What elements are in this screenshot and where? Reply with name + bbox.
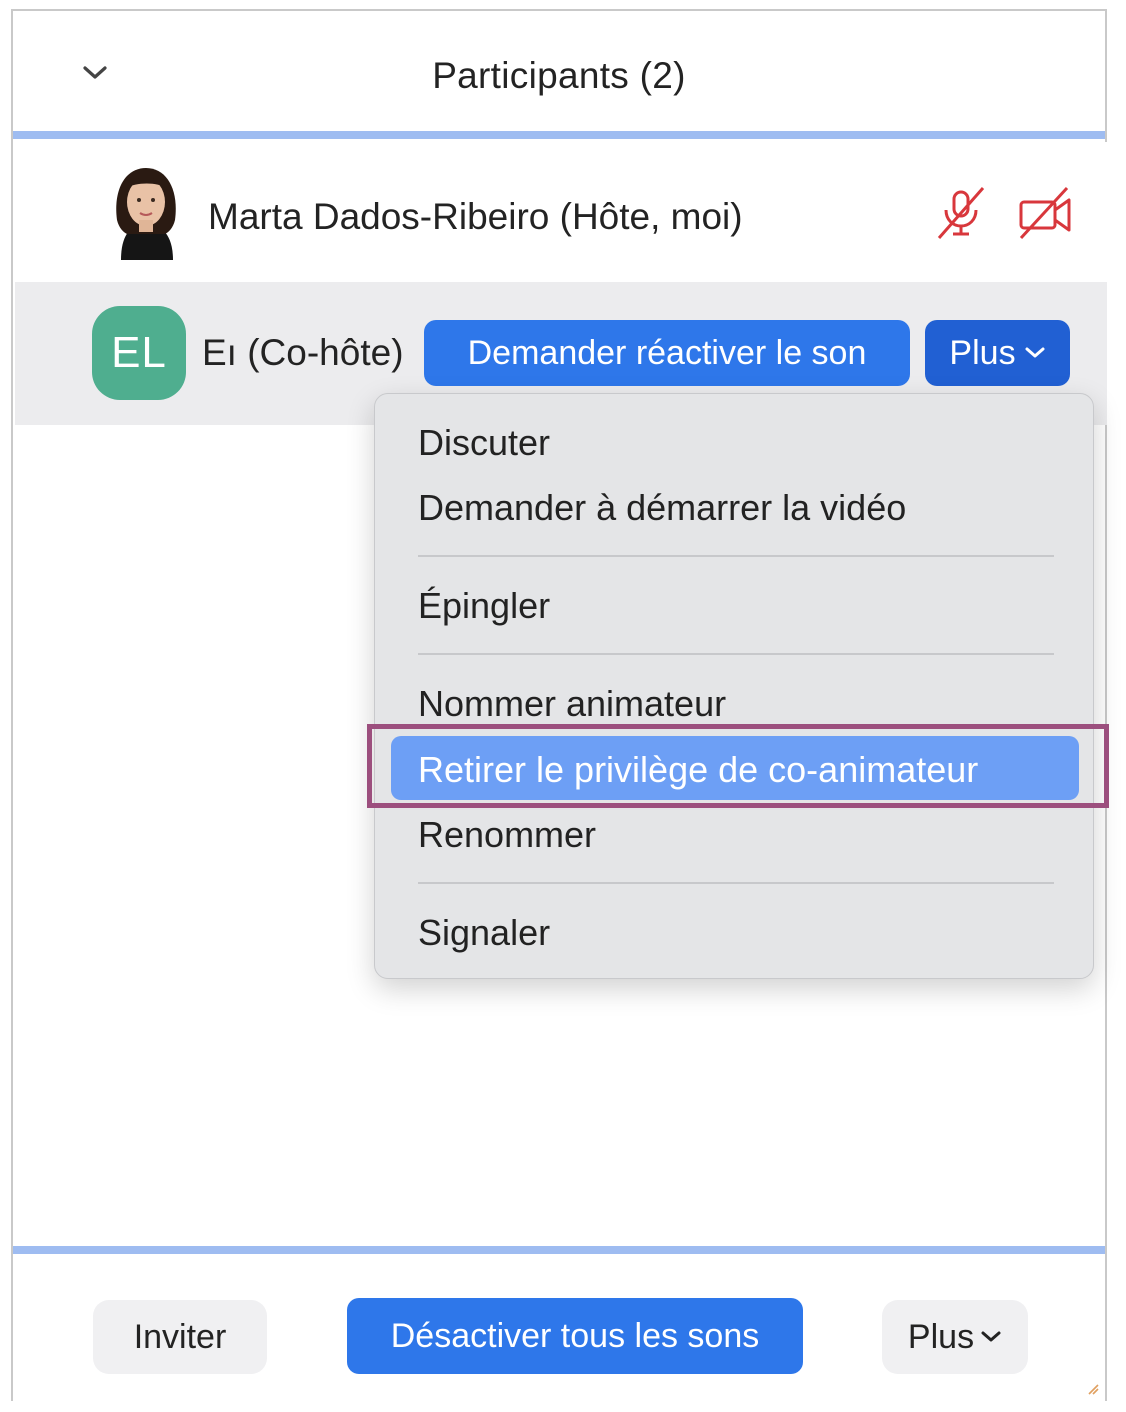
camera-off-icon[interactable]: [1017, 186, 1073, 240]
footer-more-button[interactable]: Plus: [882, 1300, 1028, 1374]
panel-header: Participants (2): [13, 11, 1105, 133]
mic-muted-icon[interactable]: [935, 186, 989, 240]
menu-item-ask-start-video[interactable]: Demander à démarrer la vidéo: [418, 487, 906, 529]
participant-row-host[interactable]: Marta Dados-Ribeiro (Hôte, moi): [15, 142, 1107, 282]
menu-item-make-host[interactable]: Nommer animateur: [418, 683, 726, 725]
participant-context-menu: Discuter Demander à démarrer la vidéo Ép…: [374, 393, 1094, 979]
menu-separator: [418, 882, 1054, 884]
resize-grip-icon[interactable]: [1087, 1383, 1099, 1395]
menu-item-rename[interactable]: Renommer: [418, 814, 596, 856]
participant-more-button[interactable]: Plus: [925, 320, 1070, 386]
annotation-highlight-box: [367, 724, 1109, 808]
invite-button[interactable]: Inviter: [93, 1300, 267, 1374]
mute-all-button[interactable]: Désactiver tous les sons: [347, 1298, 803, 1374]
ask-unmute-button[interactable]: Demander réactiver le son: [424, 320, 910, 386]
menu-separator: [418, 653, 1054, 655]
participant-name: Eı (Co-hôte): [202, 332, 404, 373]
menu-item-pin[interactable]: Épingler: [418, 585, 550, 627]
panel-title: Participants (2): [432, 55, 686, 96]
menu-item-report[interactable]: Signaler: [418, 912, 550, 954]
chevron-down-icon: [981, 1331, 1001, 1342]
avatar: [103, 162, 189, 260]
top-divider: [13, 131, 1105, 139]
bottom-divider: [13, 1246, 1105, 1254]
participant-name: Marta Dados-Ribeiro (Hôte, moi): [208, 196, 743, 237]
panel-footer: Inviter Désactiver tous les sons Plus: [13, 1255, 1105, 1401]
chevron-down-icon: [1025, 347, 1045, 358]
menu-item-chat[interactable]: Discuter: [418, 422, 550, 464]
more-button-label: Plus: [907, 1317, 975, 1356]
menu-separator: [418, 555, 1054, 557]
avatar: EL: [92, 306, 186, 400]
more-button-label: Plus: [949, 333, 1016, 372]
